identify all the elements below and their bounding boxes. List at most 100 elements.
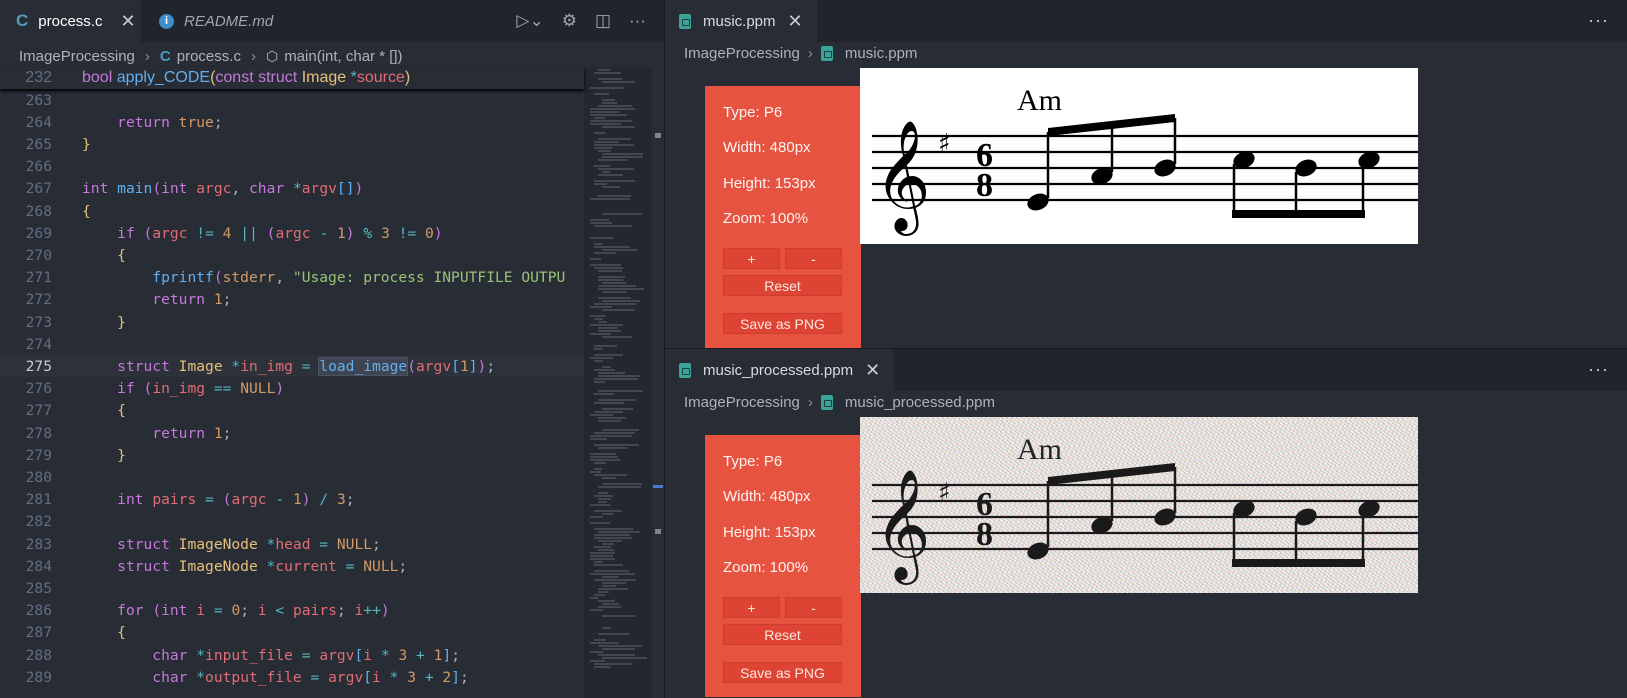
- tab-process-c[interactable]: C process.c ✕: [0, 0, 141, 42]
- minimap-line: [590, 516, 604, 518]
- minimap-line: [594, 561, 604, 563]
- minimap-line: [590, 315, 606, 317]
- zoom-out-button[interactable]: -: [785, 248, 842, 269]
- notes: [1027, 500, 1380, 560]
- minimap[interactable]: [584, 67, 650, 698]
- code-line[interactable]: 285: [0, 577, 584, 599]
- editor-tab-bar: C process.c ✕ i README.md ▷⌄ ⚙ ◫ ···: [0, 0, 664, 42]
- code-line[interactable]: 264 return true;: [0, 111, 584, 133]
- minimap-line: [594, 393, 615, 395]
- code-line[interactable]: 282: [0, 511, 584, 533]
- code-line[interactable]: 276 if (in_img == NULL): [0, 378, 584, 400]
- breadcrumb: ImageProcessing › music_processed.ppm: [684, 394, 995, 411]
- breadcrumb-symbol[interactable]: main(int, char * []): [284, 48, 402, 65]
- tab-readme[interactable]: i README.md: [141, 0, 299, 42]
- code-line[interactable]: 275 struct Image *in_img = load_image(ar…: [0, 355, 584, 378]
- code-line[interactable]: 277 {: [0, 400, 584, 422]
- breadcrumb-file[interactable]: process.c: [177, 48, 241, 65]
- code-line[interactable]: 286 for (int i = 0; i < pairs; i++): [0, 600, 584, 622]
- minimap-line: [594, 594, 606, 596]
- code-line[interactable]: 273 }: [0, 311, 584, 333]
- split-editor-icon[interactable]: ◫: [595, 11, 611, 31]
- code-line[interactable]: 269 if (argc != 4 || (argc - 1) % 3 != 0…: [0, 222, 584, 244]
- sticky-scroll-line[interactable]: 232 bool apply_CODE(const struct Image *…: [0, 67, 584, 89]
- code-line[interactable]: 284 struct ImageNode *current = NULL;: [0, 555, 584, 577]
- code-line[interactable]: 283 struct ImageNode *head = NULL;: [0, 533, 584, 555]
- minimap-line: [594, 666, 612, 668]
- c-file-icon: C: [159, 47, 171, 65]
- vertical-scrollbar[interactable]: [650, 67, 664, 698]
- close-icon[interactable]: ✕: [120, 11, 135, 32]
- image-preview-pane-top: music.ppm ✕ ··· ImageProcessing › music.…: [665, 0, 1627, 348]
- code-line[interactable]: 268 {: [0, 200, 584, 222]
- minimap-line: [598, 297, 631, 299]
- code-line[interactable]: 272 return 1;: [0, 289, 584, 311]
- minimap-line: [594, 468, 603, 470]
- code-line[interactable]: 281 int pairs = (argc - 1) / 3;: [0, 489, 584, 511]
- close-icon[interactable]: ✕: [865, 360, 880, 381]
- minimap-line: [598, 420, 621, 422]
- minimap-line: [602, 309, 636, 311]
- tab-music-processed-ppm[interactable]: music_processed.ppm ✕: [665, 349, 895, 391]
- minimap-line: [602, 102, 618, 104]
- reset-button[interactable]: Reset: [723, 275, 842, 296]
- code-area[interactable]: 263 264 return true; 265} 266 267 int main(in…: [0, 67, 584, 698]
- breadcrumb-folder[interactable]: ImageProcessing: [19, 48, 135, 65]
- line-number: 266: [25, 158, 52, 176]
- code-line[interactable]: 280: [0, 466, 584, 488]
- minimap-line: [594, 402, 625, 404]
- code-line[interactable]: 263: [0, 89, 584, 111]
- run-debug-icon[interactable]: ▷⌄: [516, 11, 543, 31]
- code-line[interactable]: 279 }: [0, 444, 584, 466]
- line-number: 275: [25, 357, 52, 375]
- line-number: 288: [25, 646, 52, 664]
- minimap-line: [590, 597, 599, 599]
- minimap-line: [594, 180, 636, 182]
- scroll-marker: [655, 133, 661, 138]
- scroll-marker: [655, 529, 661, 534]
- line-number: 232: [25, 69, 52, 86]
- code-line[interactable]: 288 char *input_file = argv[i * 3 + 1];: [0, 644, 584, 666]
- zoom-in-button[interactable]: +: [723, 597, 780, 618]
- breadcrumb-folder[interactable]: ImageProcessing: [684, 45, 800, 62]
- breadcrumb-file[interactable]: music.ppm: [845, 45, 918, 62]
- ellipsis-icon[interactable]: ···: [1588, 359, 1609, 380]
- sharp-sign: ♯: [938, 478, 951, 508]
- line-number: 279: [25, 446, 52, 464]
- minimap-line: [594, 318, 603, 320]
- line-number: 263: [25, 91, 52, 109]
- save-png-button[interactable]: Save as PNG: [723, 662, 842, 683]
- code-line[interactable]: 289 char *output_file = argv[i * 3 + 2];: [0, 666, 584, 688]
- minimap-line: [594, 141, 619, 143]
- zoom-in-button[interactable]: +: [723, 248, 780, 269]
- code-line[interactable]: 287 {: [0, 622, 584, 644]
- line-number: 265: [25, 135, 52, 153]
- code-line[interactable]: 271 fprintf(stderr, "Usage: process INPU…: [0, 267, 584, 289]
- code-text: if (in_img == NULL): [117, 380, 285, 398]
- ellipsis-icon[interactable]: ···: [629, 11, 646, 31]
- minimap-line: [598, 270, 623, 272]
- gear-icon[interactable]: ⚙: [562, 11, 577, 31]
- minimap-line: [602, 585, 617, 587]
- tab-music-ppm[interactable]: music.ppm ✕: [665, 0, 817, 42]
- minimap-line: [598, 105, 632, 107]
- code-line[interactable]: 278 return 1;: [0, 422, 584, 444]
- breadcrumb-file[interactable]: music_processed.ppm: [845, 394, 995, 411]
- close-icon[interactable]: ✕: [788, 11, 803, 32]
- code-line[interactable]: 266: [0, 156, 584, 178]
- minimap-line: [590, 438, 608, 440]
- minimap-line: [602, 153, 643, 155]
- code-line[interactable]: 274: [0, 333, 584, 355]
- breadcrumb-folder[interactable]: ImageProcessing: [684, 394, 800, 411]
- reset-button[interactable]: Reset: [723, 624, 842, 645]
- code-line[interactable]: 270 {: [0, 244, 584, 266]
- minimap-line: [594, 495, 614, 497]
- minimap-line: [594, 225, 633, 227]
- minimap-line: [598, 645, 643, 647]
- save-png-button[interactable]: Save as PNG: [723, 313, 842, 334]
- code-line[interactable]: 265}: [0, 133, 584, 155]
- image-type: Type: P6: [723, 104, 783, 121]
- zoom-out-button[interactable]: -: [785, 597, 842, 618]
- ellipsis-icon[interactable]: ···: [1588, 10, 1609, 31]
- code-line[interactable]: 267 int main(int argc, char *argv[]): [0, 178, 584, 200]
